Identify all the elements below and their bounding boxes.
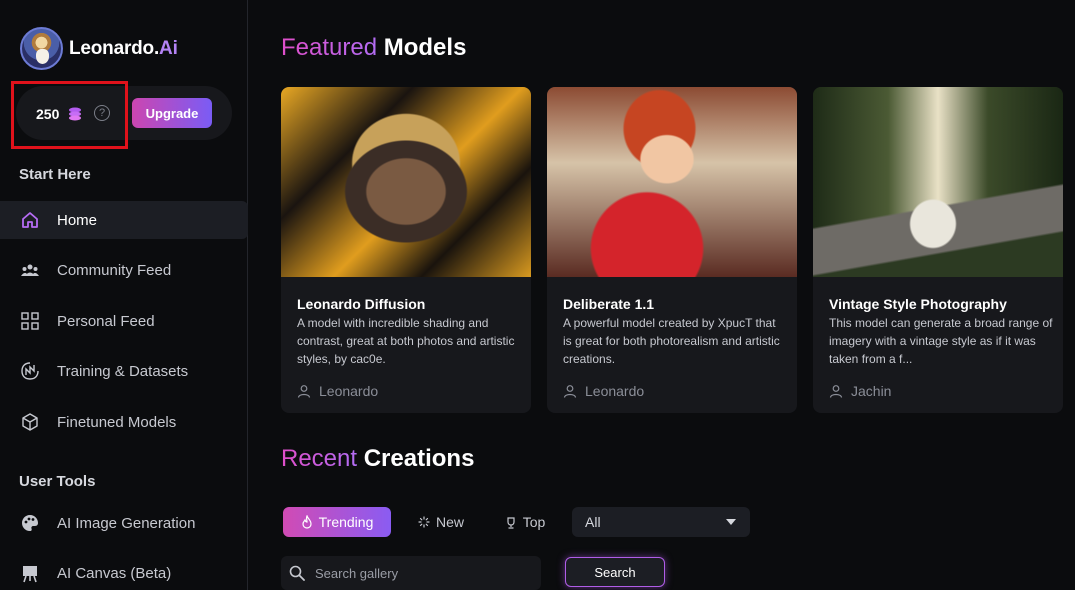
sidebar-item-label: Finetuned Models <box>57 413 177 431</box>
sidebar-item-label: Home <box>57 211 98 229</box>
model-card-deliberate[interactable]: Deliberate 1.1 A powerful model created … <box>547 87 797 413</box>
palette-icon <box>19 512 41 534</box>
model-title: Vintage Style Photography <box>829 296 1007 312</box>
training-icon <box>19 360 41 382</box>
sidebar-item-finetuned-models[interactable]: Finetuned Models <box>0 403 248 441</box>
tab-label: Trending <box>318 514 374 530</box>
model-card-vintage-style-photography[interactable]: Vintage Style Photography This model can… <box>813 87 1063 413</box>
tab-top[interactable]: Top <box>492 507 558 537</box>
brand-name: Leonardo.Ai <box>69 37 178 59</box>
sidebar-item-label: Community Feed <box>57 261 172 279</box>
model-author: Jachin <box>829 383 891 399</box>
tab-new[interactable]: New <box>406 507 476 537</box>
recent-creations-heading: Recent Creations <box>281 445 475 472</box>
search-icon <box>289 565 305 581</box>
chevron-down-icon <box>726 519 736 525</box>
model-preview-image <box>813 87 1063 277</box>
sidebar: Leonardo.Ai 250 ? Upgrade Start Here Hom… <box>0 0 248 590</box>
trophy-icon <box>507 516 515 529</box>
tab-label: Top <box>522 514 546 530</box>
easel-icon <box>19 562 41 584</box>
filter-select-value: All <box>585 514 601 530</box>
model-preview-image <box>281 87 531 277</box>
model-author: Leonardo <box>297 383 378 399</box>
sidebar-item-training-datasets[interactable]: Training & Datasets <box>0 352 248 390</box>
model-title: Leonardo Diffusion <box>297 296 426 312</box>
model-title: Deliberate 1.1 <box>563 296 655 312</box>
home-icon <box>19 209 41 231</box>
grid-icon <box>19 310 41 332</box>
model-description: A model with incredible shading and cont… <box>297 316 515 366</box>
sidebar-item-ai-image-generation[interactable]: AI Image Generation <box>0 504 248 542</box>
sidebar-item-home[interactable]: Home <box>0 201 248 239</box>
user-icon <box>297 385 311 398</box>
user-icon <box>829 385 843 398</box>
annotation-highlight-box <box>11 81 128 149</box>
community-icon <box>19 259 41 281</box>
upgrade-button[interactable]: Upgrade <box>132 98 212 128</box>
brand-logo[interactable]: Leonardo.Ai <box>20 27 178 70</box>
model-author: Leonardo <box>563 383 644 399</box>
flame-icon <box>302 515 312 529</box>
sidebar-item-label: Personal Feed <box>57 312 155 330</box>
model-description: This model can generate a broad range of… <box>829 316 1053 366</box>
model-preview-image <box>547 87 797 277</box>
cube-icon <box>19 411 41 433</box>
tab-trending[interactable]: Trending <box>283 507 391 537</box>
tab-label: New <box>435 514 464 530</box>
sparkle-icon <box>418 516 430 528</box>
sidebar-item-ai-canvas[interactable]: AI Canvas (Beta) <box>0 554 248 590</box>
filter-select[interactable]: All <box>572 507 750 537</box>
start-here-heading: Start Here <box>19 166 91 183</box>
model-description: A powerful model created by XpucT that i… <box>563 316 780 366</box>
search-button[interactable]: Search <box>565 557 665 587</box>
leonardo-avatar-icon <box>20 27 63 70</box>
sidebar-item-label: AI Image Generation <box>57 514 196 532</box>
gallery-search-input[interactable] <box>281 556 541 590</box>
sidebar-item-community-feed[interactable]: Community Feed <box>0 251 248 289</box>
sidebar-item-personal-feed[interactable]: Personal Feed <box>0 302 248 340</box>
sidebar-item-label: AI Canvas (Beta) <box>57 564 172 582</box>
user-icon <box>563 385 577 398</box>
model-card-leonardo-diffusion[interactable]: Leonardo Diffusion A model with incredib… <box>281 87 531 413</box>
sidebar-item-label: Training & Datasets <box>57 362 189 380</box>
user-tools-heading: User Tools <box>19 473 96 490</box>
featured-models-heading: Featured Models <box>281 34 467 61</box>
